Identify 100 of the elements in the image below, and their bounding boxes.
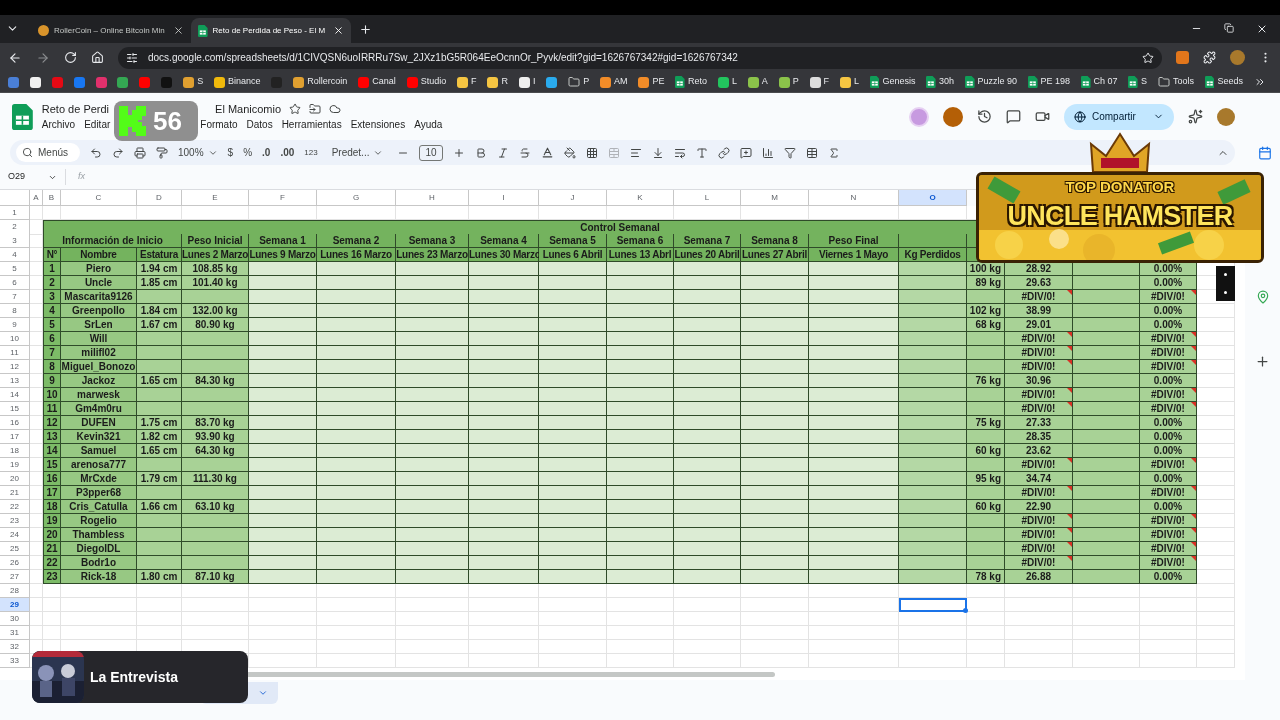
row-header[interactable]: 8 (0, 304, 30, 318)
fill-color-icon[interactable] (563, 146, 576, 159)
bookmark[interactable]: Reto (675, 73, 707, 91)
menu-item[interactable]: Archivo (41, 117, 76, 133)
row-header[interactable]: 12 (0, 360, 30, 374)
more-bookmarks-icon[interactable] (1253, 76, 1266, 88)
cloud-icon[interactable] (329, 103, 342, 115)
print-icon[interactable] (134, 146, 146, 159)
column-header[interactable]: F (249, 190, 317, 206)
bold-icon[interactable] (474, 146, 487, 159)
row-header[interactable]: 20 (0, 472, 30, 486)
bookmark[interactable]: Canal (358, 73, 396, 91)
menu-item[interactable]: Extensiones (350, 117, 406, 133)
calendar-icon[interactable] (1258, 146, 1272, 160)
move-folder-icon[interactable] (309, 103, 322, 115)
vertical-align-icon[interactable] (651, 146, 664, 159)
bookmark[interactable]: Studio (406, 73, 447, 91)
font-dropdown[interactable]: Predet... (327, 145, 388, 160)
fox-extension-icon[interactable] (1176, 51, 1189, 64)
row-header[interactable]: 7 (0, 290, 30, 304)
row-header[interactable]: 26 (0, 556, 30, 570)
bookmark[interactable]: S (1128, 73, 1148, 91)
text-color-icon[interactable] (540, 146, 554, 159)
row-header[interactable]: 28 (0, 584, 30, 598)
document-title[interactable]: Reto de Perdi (41, 100, 110, 118)
column-header[interactable]: G (317, 190, 396, 206)
back-icon[interactable] (8, 50, 22, 65)
row-header[interactable]: 6 (0, 276, 30, 290)
row-header[interactable]: 9 (0, 318, 30, 332)
increase-decimal-button[interactable]: .00 (280, 145, 295, 160)
column-header[interactable]: K (607, 190, 674, 206)
menu-item[interactable]: Formato (200, 117, 238, 133)
bookmark[interactable]: PE (638, 73, 665, 91)
bookmark[interactable]: Binance (214, 73, 261, 91)
close-icon[interactable] (333, 25, 344, 36)
row-header[interactable]: 33 (0, 654, 30, 668)
row-header[interactable]: 27 (0, 570, 30, 584)
browser-tab[interactable]: Reto de Perdida de Peso - El M (191, 18, 351, 43)
row-header[interactable]: 21 (0, 486, 30, 500)
selected-cell[interactable] (899, 598, 967, 612)
share-button[interactable]: Compartir (1064, 103, 1174, 130)
row-header[interactable]: 15 (0, 402, 30, 416)
row-header[interactable]: 3 (0, 234, 30, 248)
close-icon[interactable] (1256, 23, 1268, 35)
align-icon[interactable] (629, 146, 642, 159)
add-addon-icon[interactable] (1255, 354, 1270, 369)
row-header[interactable]: 14 (0, 388, 30, 402)
row-header[interactable]: 31 (0, 626, 30, 640)
close-icon[interactable] (173, 25, 184, 36)
table-icon[interactable] (805, 146, 818, 159)
bookmark-star-icon[interactable] (1142, 51, 1154, 64)
history-icon[interactable] (977, 109, 992, 124)
functions-icon[interactable] (827, 146, 840, 159)
redo-icon[interactable] (112, 146, 124, 159)
star-icon[interactable] (289, 103, 302, 115)
video-call-icon[interactable] (1035, 109, 1050, 124)
decrease-decimal-button[interactable]: .0 (262, 145, 271, 160)
undo-icon[interactable] (90, 146, 102, 159)
row-header[interactable]: 16 (0, 416, 30, 430)
row-header[interactable]: 17 (0, 430, 30, 444)
wrap-text-icon[interactable] (673, 146, 686, 159)
bookmark[interactable]: F (457, 73, 477, 91)
column-header[interactable]: O (899, 190, 967, 206)
bookmark[interactable]: P (778, 73, 799, 91)
chart-icon[interactable] (761, 146, 774, 159)
strikethrough-icon[interactable] (518, 146, 531, 159)
bookmark[interactable]: Seeds (1204, 73, 1243, 91)
bookmark[interactable]: F (809, 73, 830, 91)
row-header[interactable]: 19 (0, 458, 30, 472)
row-header[interactable]: 30 (0, 612, 30, 626)
maps-icon[interactable] (1255, 290, 1270, 304)
bookmark[interactable]: S (183, 73, 204, 91)
collaborator-avatar[interactable] (943, 106, 963, 127)
site-info-icon[interactable] (126, 51, 138, 64)
bookmark[interactable]: P (568, 73, 590, 91)
menu-item[interactable]: Editar (84, 117, 111, 133)
text-rotation-icon[interactable] (695, 146, 708, 159)
row-header[interactable]: 22 (0, 500, 30, 514)
restore-icon[interactable] (1224, 23, 1234, 33)
column-header[interactable]: J (539, 190, 607, 206)
number-format-button[interactable]: 123 (304, 146, 318, 159)
font-size-field[interactable]: 10 (419, 144, 443, 161)
paint-format-icon[interactable] (156, 146, 168, 159)
sparkle-icon[interactable] (1188, 109, 1203, 124)
document-title[interactable]: El Manicomio (215, 100, 282, 118)
column-header[interactable]: N (809, 190, 899, 206)
forward-icon[interactable] (36, 50, 50, 65)
menu-item[interactable]: Ayuda (414, 117, 443, 133)
column-header[interactable]: M (741, 190, 809, 206)
menu-search-field[interactable]: Menús (16, 143, 80, 162)
filter-icon[interactable] (783, 146, 796, 159)
bookmark[interactable]: I (518, 73, 536, 91)
row-header[interactable]: 11 (0, 346, 30, 360)
bookmark[interactable]: Genesis (869, 73, 916, 91)
italic-icon[interactable] (496, 146, 509, 159)
comment-icon[interactable] (1006, 109, 1021, 124)
bookmark[interactable]: A (747, 73, 768, 91)
profile-avatar[interactable] (1230, 50, 1245, 65)
home-icon[interactable] (91, 51, 104, 64)
bookmark[interactable]: AM (600, 73, 628, 91)
